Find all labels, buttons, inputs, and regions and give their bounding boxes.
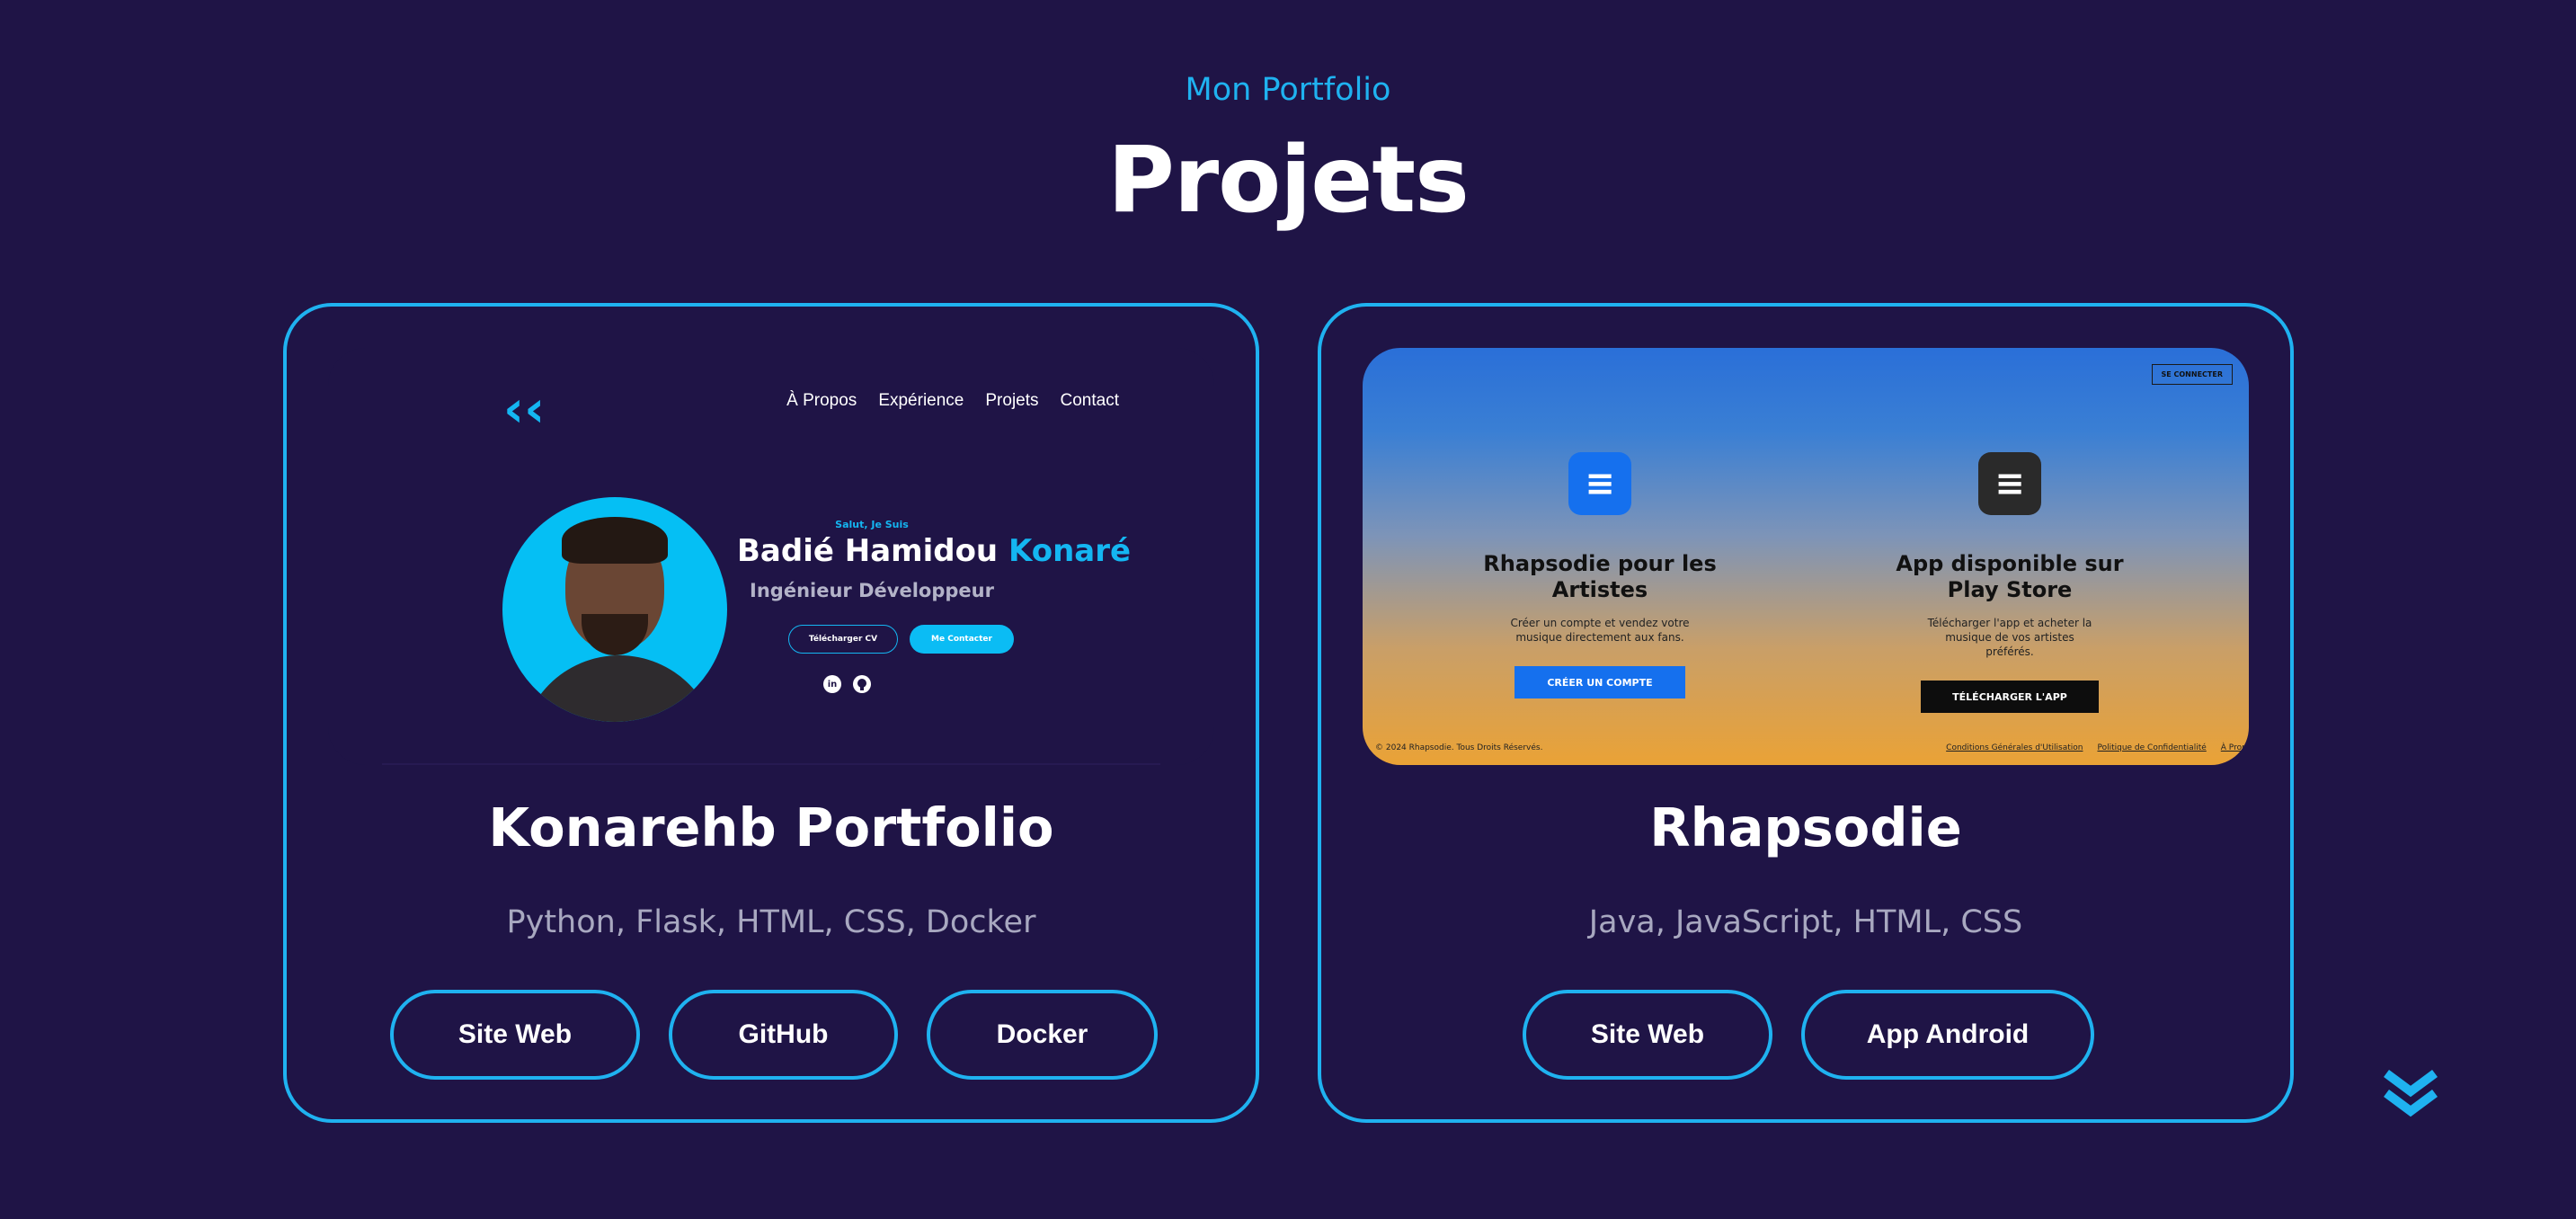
project-card-portfolio: ‹‹ À Propos Expérience Projets Contact S… xyxy=(283,303,1259,1123)
preview-footer-link: Politique de Confidentialité xyxy=(2097,743,2207,752)
site-web-button[interactable]: Site Web xyxy=(390,990,640,1080)
preview-footer-link: Conditions Générales d'Utilisation xyxy=(1946,743,2083,752)
section-subtitle: Mon Portfolio xyxy=(1185,72,1391,108)
app-android-button[interactable]: App Android xyxy=(1801,990,2094,1080)
section-title: Projets xyxy=(1107,127,1470,234)
preview-playstore-desc: Télécharger l'app et acheter la musique … xyxy=(1927,617,2092,658)
preview-nav-item: Expérience xyxy=(878,391,964,410)
project-card-rhapsodie: SE CONNECTER ≡ Rhapsodie pour les Artist… xyxy=(1318,303,2294,1123)
preview-footer-link: À Propos xyxy=(2220,743,2249,752)
rhapsodie-logo-icon: ≡ xyxy=(1568,452,1631,515)
preview-connect-button: SE CONNECTER xyxy=(2151,364,2233,385)
preview-nav: À Propos Expérience Projets Contact xyxy=(328,391,1119,411)
github-icon xyxy=(853,675,871,693)
preview-greeting: Salut, Je Suis xyxy=(835,519,909,530)
site-web-button[interactable]: Site Web xyxy=(1523,990,1772,1080)
preview-playstore-title: App disponible sur Play Store xyxy=(1896,551,2124,602)
preview-cv-button: Télécharger CV xyxy=(788,625,898,654)
preview-divider xyxy=(382,763,1160,765)
avatar xyxy=(502,497,727,722)
preview-name: Badié Hamidou Konaré xyxy=(737,533,1131,569)
project-title: Rhapsodie xyxy=(1649,796,1962,859)
preview-create-account-button: CRÉER UN COMPTE xyxy=(1515,666,1685,698)
project-tech-stack: Java, JavaScript, HTML, CSS xyxy=(1588,904,2023,940)
preview-nav-item: À Propos xyxy=(786,391,857,410)
double-chevron-down-icon[interactable] xyxy=(2381,1068,2440,1118)
preview-artists-column: ≡ Rhapsodie pour les Artistes Créer un c… xyxy=(1474,452,1726,698)
preview-name-first: Badié Hamidou xyxy=(737,533,1008,569)
project-tech-stack: Python, Flask, HTML, CSS, Docker xyxy=(506,904,1036,940)
preview-footer-copyright: © 2024 Rhapsodie. Tous Droits Réservés. xyxy=(1375,743,1543,752)
project-title: Konarehb Portfolio xyxy=(488,796,1054,859)
preview-nav-item: Contact xyxy=(1060,391,1119,410)
linkedin-icon: in xyxy=(823,675,841,693)
preview-artists-desc: Créer un compte et vendez votre musique … xyxy=(1510,617,1690,644)
preview-role: Ingénieur Développeur xyxy=(750,580,994,601)
preview-nav-item: Projets xyxy=(985,391,1039,410)
preview-footer-links: Conditions Générales d'Utilisation Polit… xyxy=(1946,743,2249,752)
project-preview-image: ‹‹ À Propos Expérience Projets Contact S… xyxy=(328,348,1214,765)
preview-artists-title: Rhapsodie pour les Artistes xyxy=(1483,551,1717,602)
preview-contact-button: Me Contacter xyxy=(910,625,1014,654)
preview-playstore-column: ≡ App disponible sur Play Store Téléchar… xyxy=(1884,452,2136,713)
preview-download-app-button: TÉLÉCHARGER L'APP xyxy=(1921,681,2099,713)
rhapsodie-app-icon: ≡ xyxy=(1978,452,2041,515)
preview-name-last: Konaré xyxy=(1008,533,1132,569)
github-button[interactable]: GitHub xyxy=(669,990,898,1080)
docker-button[interactable]: Docker xyxy=(927,990,1158,1080)
project-preview-image: SE CONNECTER ≡ Rhapsodie pour les Artist… xyxy=(1363,348,2249,765)
